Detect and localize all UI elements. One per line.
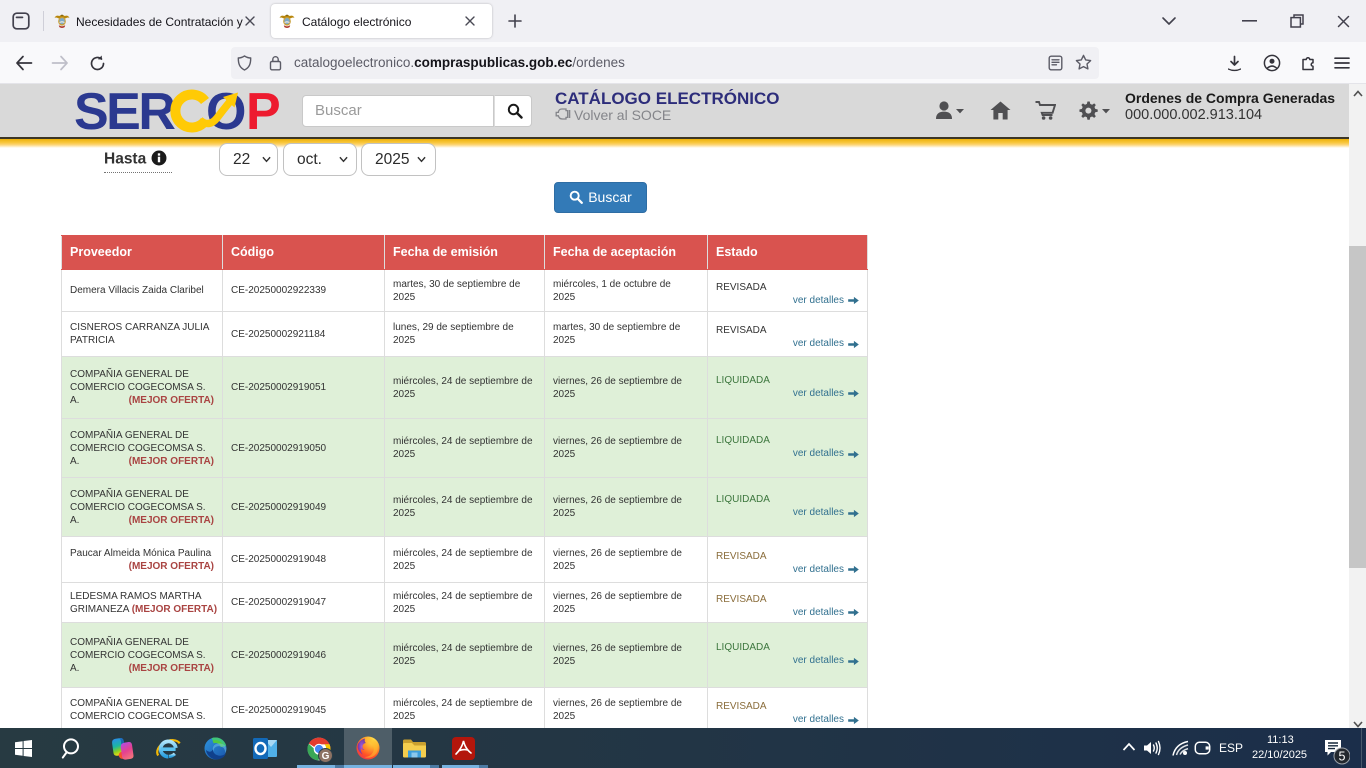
svg-text:G: G xyxy=(322,751,330,762)
svg-text:P: P xyxy=(246,88,281,134)
svg-text:SER: SER xyxy=(74,88,175,134)
svg-text:5: 5 xyxy=(1339,749,1346,763)
